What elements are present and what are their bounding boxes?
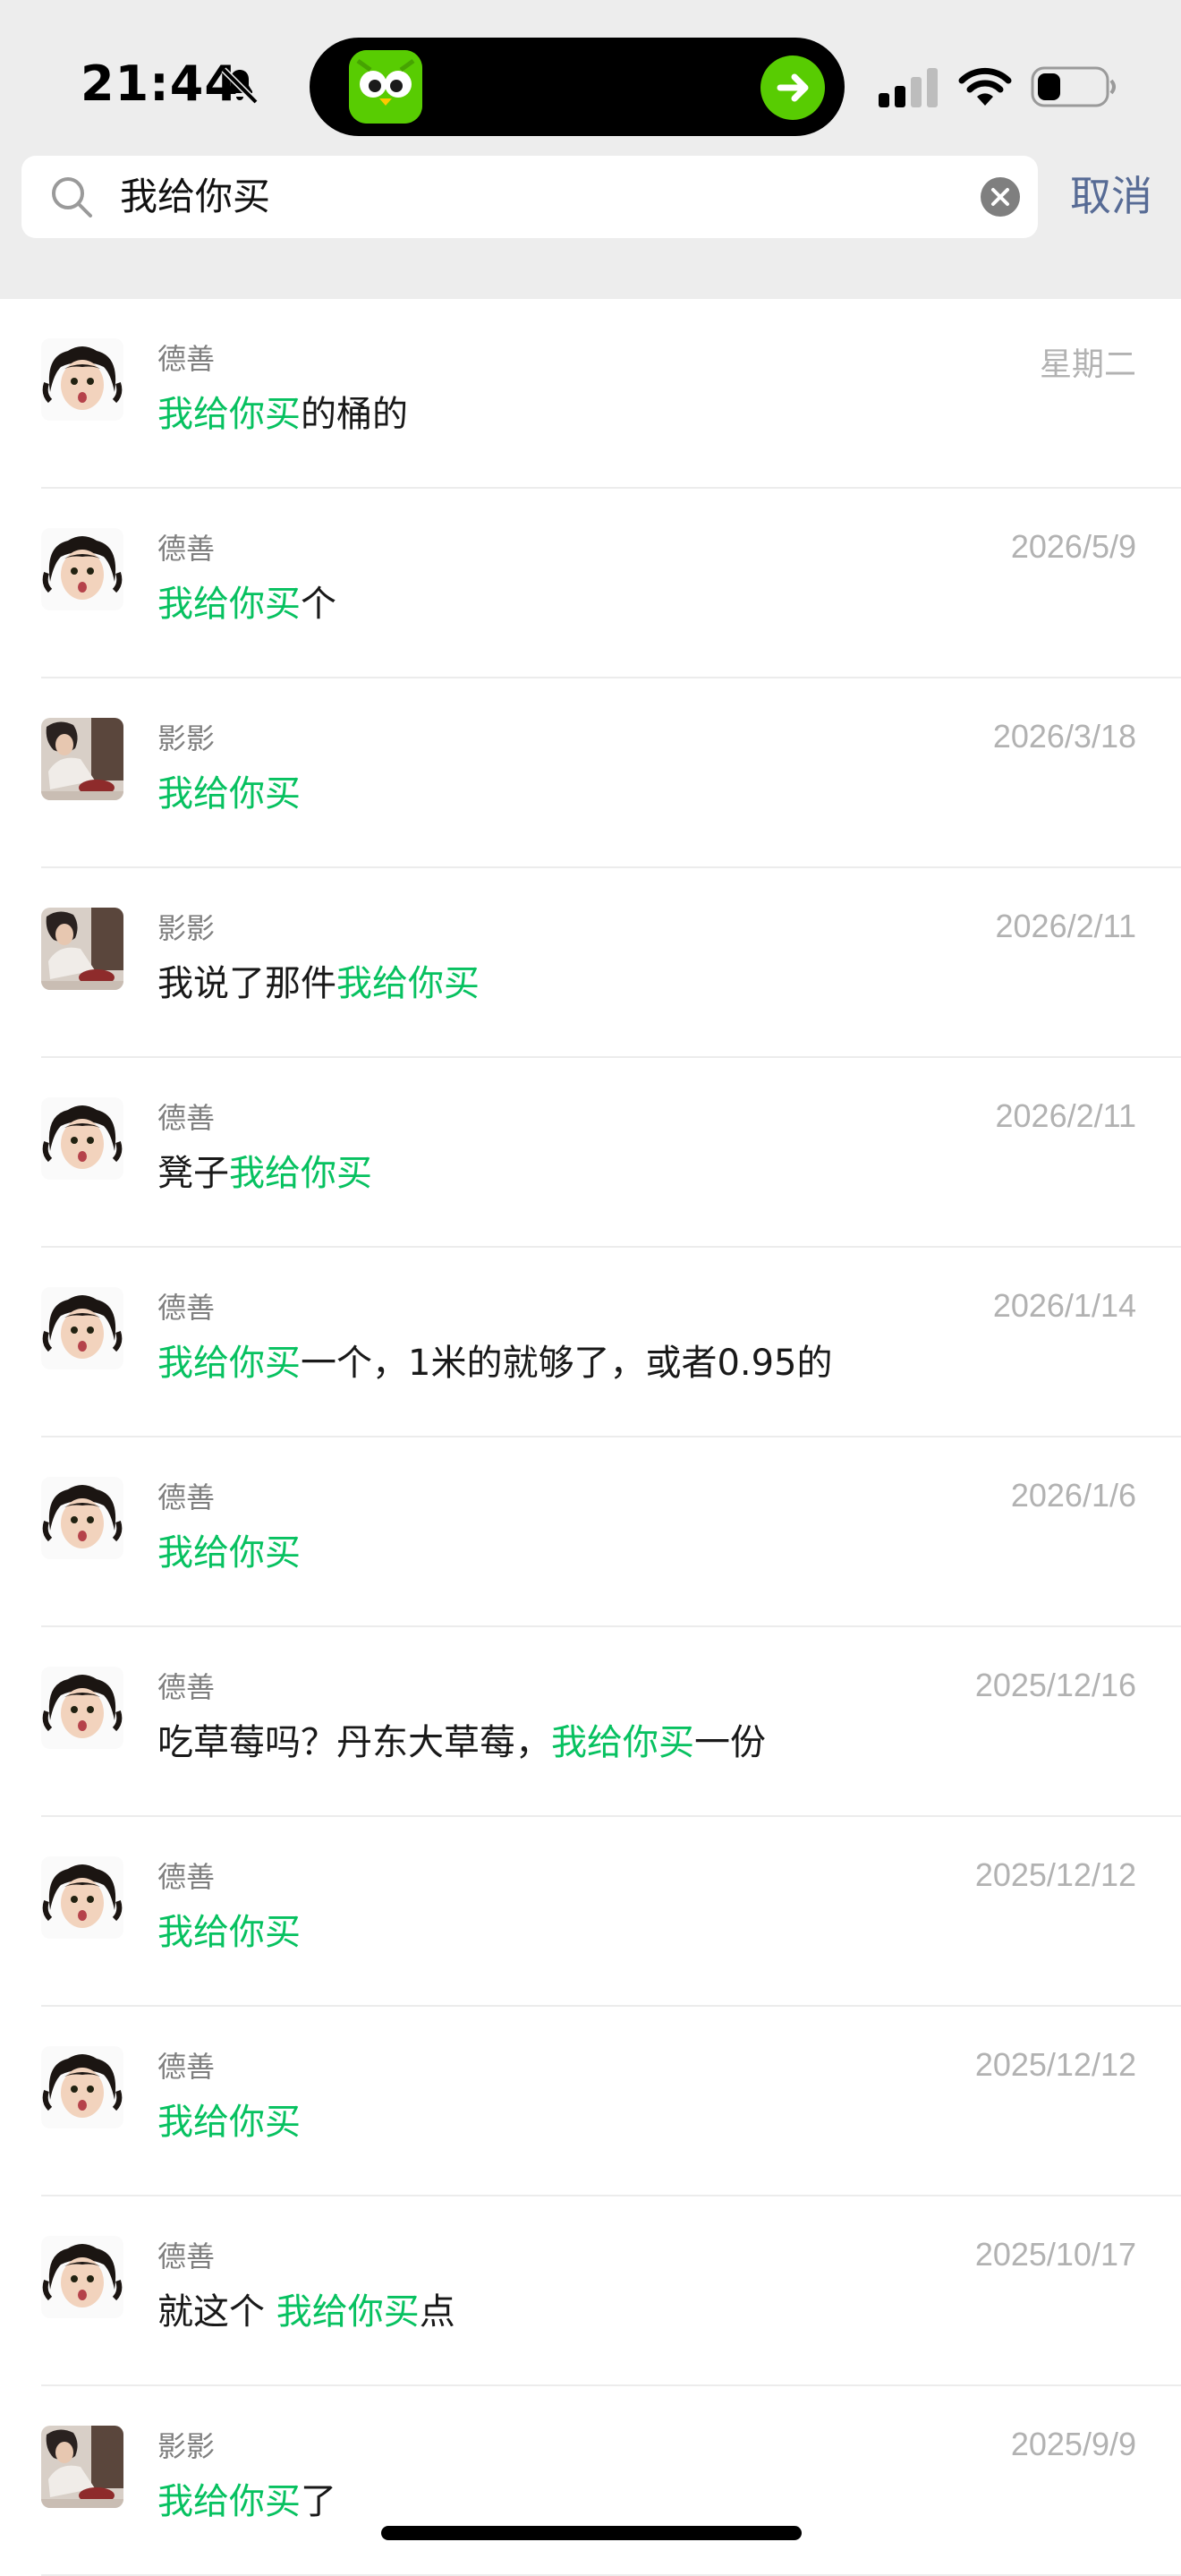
message-preview: 吃草莓吗？丹东大草莓，我给你买一份 — [157, 1713, 766, 1765]
message-preview: 我给你买 — [157, 2093, 301, 2145]
message-text: 一个，1米的就够了，或者0.95的 — [301, 1343, 833, 1384]
message-text: 个 — [301, 584, 336, 625]
search-result-item[interactable]: 德善 2026/1/6 我给你买 — [0, 1437, 1181, 1627]
duolingo-app-icon[interactable] — [349, 50, 422, 124]
matched-keyword: 我给你买 — [157, 2102, 301, 2143]
matched-keyword: 我给你买 — [157, 1912, 301, 1953]
message-date: 2026/1/6 — [1010, 1477, 1136, 1514]
message-text: 就这个 — [157, 2291, 276, 2333]
search-bar[interactable] — [21, 156, 1038, 238]
wifi-icon — [958, 67, 1012, 106]
contact-name: 影影 — [157, 911, 216, 945]
search-result-item[interactable]: 德善 2025/12/12 我给你买 — [0, 1817, 1181, 2007]
status-time: 21:44 — [81, 55, 239, 112]
message-date: 星期二 — [1039, 345, 1136, 382]
message-date: 2026/1/14 — [992, 1287, 1136, 1324]
message-text: 一份 — [694, 1722, 766, 1763]
message-preview: 就这个 我给你买点 — [157, 2282, 455, 2334]
contact-name: 德善 — [157, 1101, 216, 1135]
contact-name: 德善 — [157, 532, 216, 566]
message-preview: 我说了那件我给你买 — [157, 954, 480, 1006]
search-header: 21:44 我给你买 取消 — [0, 0, 1181, 299]
battery-icon — [1031, 66, 1116, 107]
avatar — [41, 528, 123, 610]
matched-keyword: 我给你买 — [157, 1343, 301, 1384]
avatar — [41, 1287, 123, 1369]
search-results-list: 德善 星期二 我给你买的桶的 德善 2026/5/9 我给你买个 影影 2026/3/18… — [0, 299, 1181, 2576]
search-result-item[interactable]: 影影 2026/3/18 我给你买 — [0, 678, 1181, 868]
avatar — [41, 2426, 123, 2508]
bell-slash-icon — [221, 67, 259, 105]
matched-keyword: 我给你买 — [276, 2291, 420, 2333]
dynamic-island — [310, 38, 845, 136]
clear-search-icon[interactable] — [981, 177, 1020, 217]
avatar — [41, 1856, 123, 1939]
message-date: 2026/3/18 — [992, 718, 1136, 755]
contact-name: 德善 — [157, 2239, 216, 2273]
avatar — [41, 2236, 123, 2318]
message-preview: 我给你买了 — [157, 2472, 336, 2524]
contact-name: 德善 — [157, 1480, 216, 1514]
message-text: 的桶的 — [301, 394, 408, 435]
contact-name: 德善 — [157, 1291, 216, 1325]
message-date: 2025/12/12 — [974, 1856, 1136, 1893]
matched-keyword: 我给你买 — [157, 2481, 301, 2522]
search-result-item[interactable]: 影影 2025/9/9 我给你买了 — [0, 2386, 1181, 2576]
matched-keyword: 我给你买 — [336, 963, 480, 1004]
message-preview: 凳子我给你买 — [157, 1144, 372, 1196]
search-result-item[interactable]: 德善 星期二我给你买的桶的 — [0, 299, 1181, 489]
message-date: 2026/2/11 — [995, 1097, 1136, 1134]
search-result-item[interactable]: 德善 2025/10/17 就这个 我给你买点 — [0, 2196, 1181, 2386]
matched-keyword: 我给你买 — [229, 1153, 372, 1194]
search-result-item[interactable]: 德善 2025/12/16 吃草莓吗？丹东大草莓，我给你买一份 — [0, 1627, 1181, 1817]
avatar — [41, 1097, 123, 1180]
avatar — [41, 1477, 123, 1559]
message-date: 2026/5/9 — [1010, 528, 1136, 565]
search-result-item[interactable]: 德善 2025/12/12 我给你买 — [0, 2007, 1181, 2196]
home-indicator[interactable] — [381, 2526, 802, 2540]
message-text: 我说了那件 — [157, 963, 336, 1004]
matched-keyword: 我给你买 — [551, 1722, 694, 1763]
cellular-signal-icon — [879, 68, 938, 107]
contact-name: 德善 — [157, 342, 216, 376]
message-preview: 我给你买一个，1米的就够了，或者0.95的 — [157, 1334, 833, 1386]
arrow-right-icon[interactable] — [760, 55, 825, 120]
contact-name: 德善 — [157, 1860, 216, 1894]
matched-keyword: 我给你买 — [157, 773, 301, 815]
cancel-button[interactable]: 取消 — [1070, 166, 1152, 226]
message-date: 2025/10/17 — [974, 2236, 1136, 2273]
contact-name: 德善 — [157, 2050, 216, 2084]
message-preview: 我给你买个 — [157, 575, 336, 627]
message-preview: 我给你买的桶的 — [157, 385, 408, 437]
avatar — [41, 1667, 123, 1749]
avatar — [41, 338, 123, 421]
message-preview: 我给你买 — [157, 764, 301, 816]
avatar — [41, 718, 123, 800]
search-result-item[interactable]: 影影 2026/2/11 我说了那件我给你买 — [0, 868, 1181, 1058]
matched-keyword: 我给你买 — [157, 584, 301, 625]
search-icon — [52, 177, 92, 218]
message-text: 了 — [301, 2481, 336, 2522]
matched-keyword: 我给你买 — [157, 394, 301, 435]
message-date: 2025/12/16 — [974, 1667, 1136, 1703]
avatar — [41, 908, 123, 990]
contact-name: 影影 — [157, 2429, 216, 2463]
message-preview: 我给你买 — [157, 1903, 301, 1955]
message-date: 2026/2/11 — [995, 908, 1136, 944]
search-input[interactable] — [120, 156, 979, 238]
search-result-item[interactable]: 德善 2026/5/9 我给你买个 — [0, 489, 1181, 678]
contact-name: 德善 — [157, 1670, 216, 1704]
message-text: 吃草莓吗？丹东大草莓， — [157, 1722, 551, 1763]
message-date: 2025/9/9 — [1010, 2426, 1136, 2462]
message-text: 点 — [419, 2291, 455, 2333]
avatar — [41, 2046, 123, 2128]
search-result-item[interactable]: 德善 2026/1/14 我给你买一个，1米的就够了，或者0.95的 — [0, 1248, 1181, 1437]
contact-name: 影影 — [157, 721, 216, 755]
message-text: 凳子 — [157, 1153, 229, 1194]
search-result-item[interactable]: 德善 2026/2/11 凳子我给你买 — [0, 1058, 1181, 1248]
message-preview: 我给你买 — [157, 1523, 301, 1575]
message-date: 2025/12/12 — [974, 2046, 1136, 2083]
matched-keyword: 我给你买 — [157, 1532, 301, 1574]
